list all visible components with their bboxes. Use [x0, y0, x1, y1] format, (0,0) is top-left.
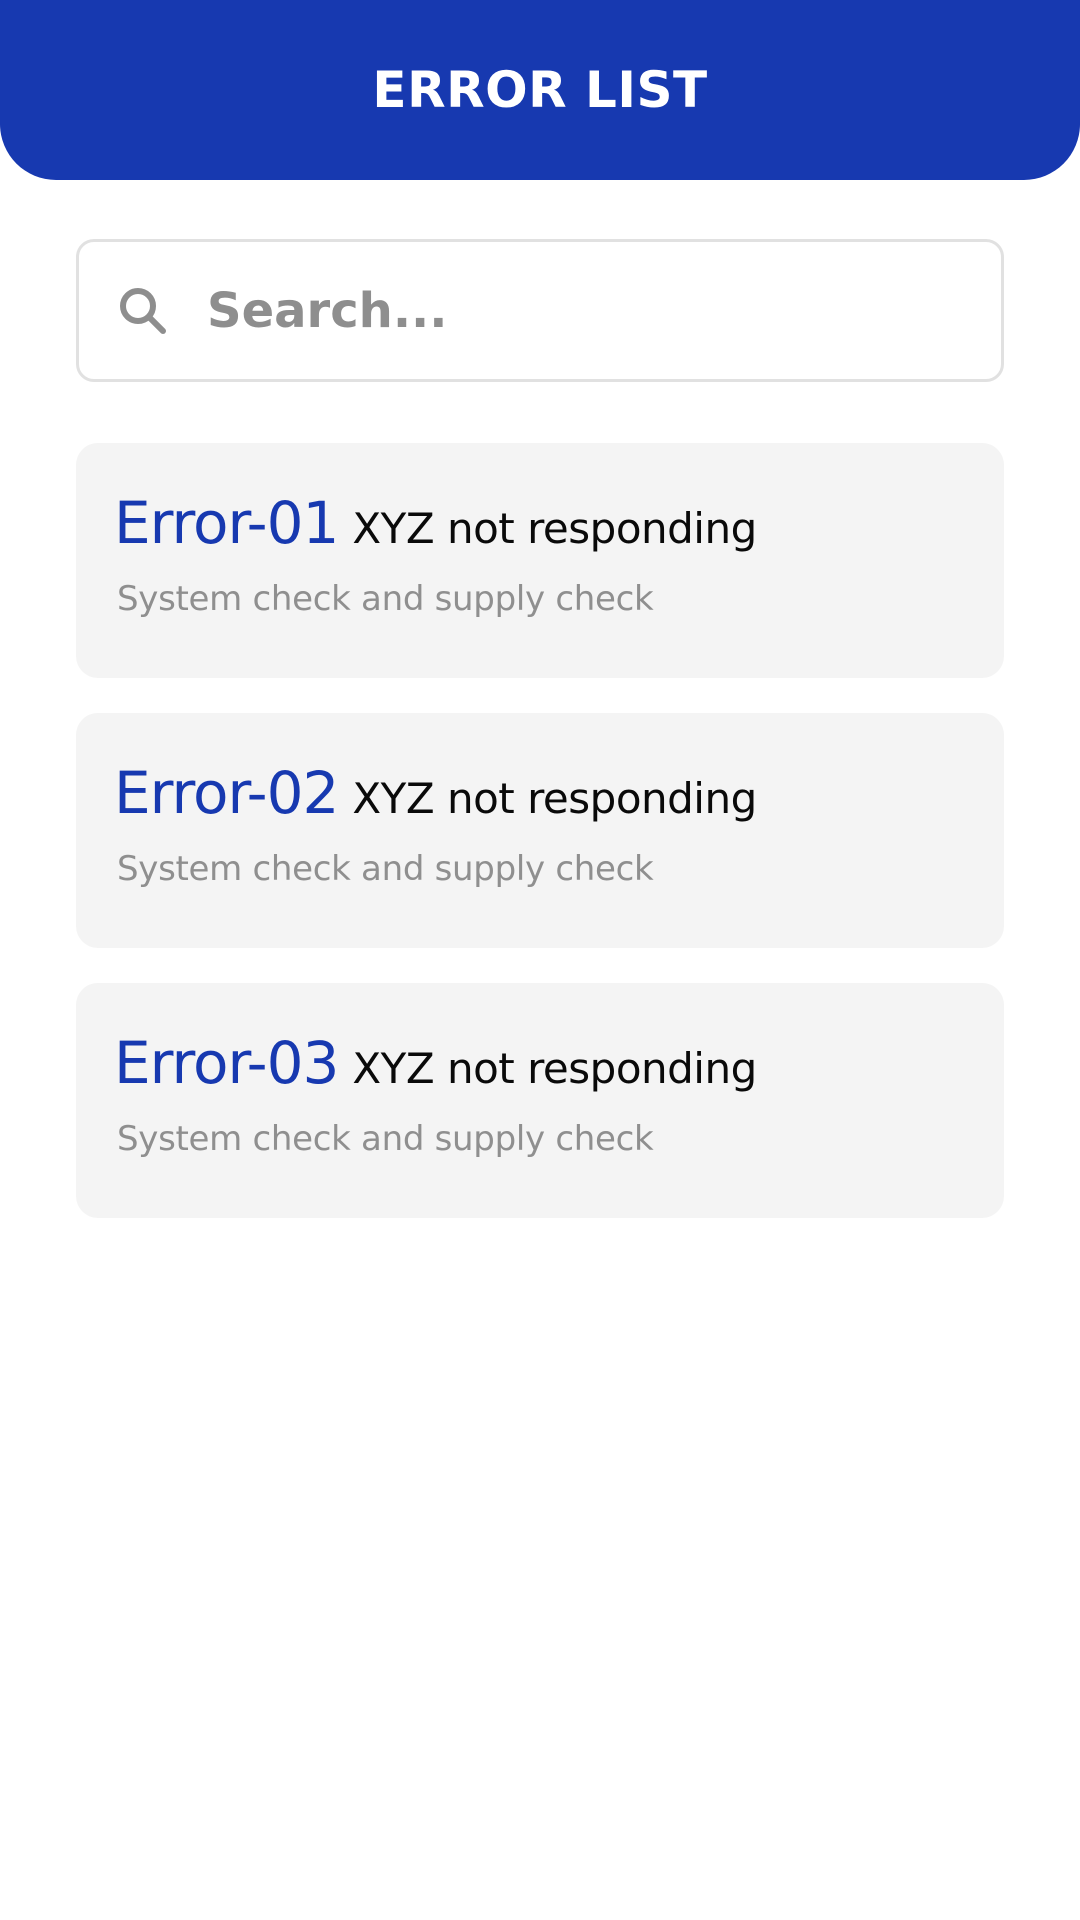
search-input[interactable]: [207, 242, 1001, 379]
error-code: Error-02: [114, 759, 339, 827]
page-title: ERROR LIST: [372, 61, 708, 119]
error-list-screen: ERROR LIST Error-01 XYZ not responding S…: [0, 0, 1080, 1920]
app-header: ERROR LIST: [0, 0, 1080, 180]
error-title: XYZ not responding: [352, 774, 757, 823]
error-description: System check and supply check: [117, 1119, 654, 1159]
error-code: Error-01: [114, 489, 339, 557]
error-card[interactable]: Error-02 XYZ not responding System check…: [76, 713, 1004, 948]
search-icon: [115, 283, 171, 339]
error-heading: Error-01 XYZ not responding: [114, 489, 1004, 557]
search-bar[interactable]: [76, 239, 1004, 382]
error-heading: Error-02 XYZ not responding: [114, 759, 1004, 827]
error-card[interactable]: Error-03 XYZ not responding System check…: [76, 983, 1004, 1218]
error-heading: Error-03 XYZ not responding: [114, 1029, 1004, 1097]
error-description: System check and supply check: [117, 849, 654, 889]
error-description: System check and supply check: [117, 579, 654, 619]
error-card[interactable]: Error-01 XYZ not responding System check…: [76, 443, 1004, 678]
error-code: Error-03: [114, 1029, 339, 1097]
error-title: XYZ not responding: [352, 504, 757, 553]
error-title: XYZ not responding: [352, 1044, 757, 1093]
error-list: Error-01 XYZ not responding System check…: [76, 443, 1004, 1253]
